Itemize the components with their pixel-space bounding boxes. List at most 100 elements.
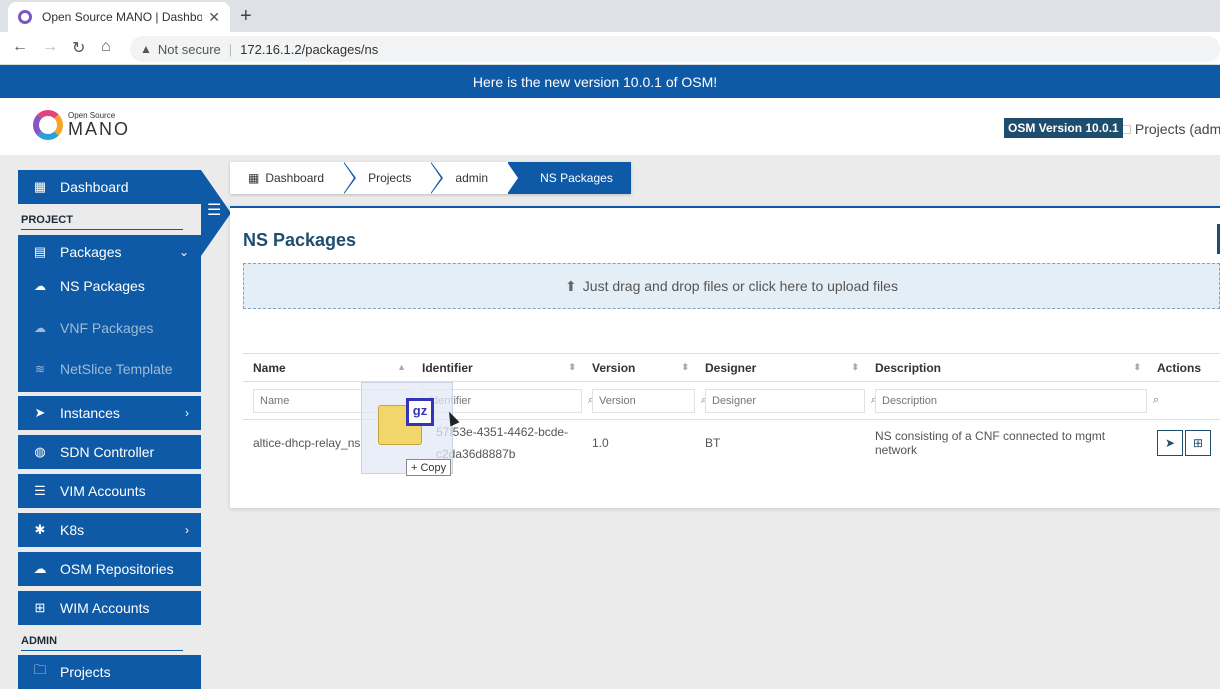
sidebar-item-label: WIM Accounts — [60, 600, 150, 616]
breadcrumb-dashboard[interactable]: ▦ Dashboard — [230, 162, 357, 194]
sidebar-item-instances[interactable]: ➤ Instances › — [18, 396, 201, 430]
sidebar-item-osm-repos[interactable]: ☁ OSM Repositories — [18, 552, 201, 586]
osm-logo[interactable]: Open Source MANO — [33, 110, 130, 140]
upload-dropzone[interactable]: ⬆ Just drag and drop files or click here… — [243, 263, 1220, 309]
sidebar-item-netslice[interactable]: ≋ NetSlice Template — [32, 361, 173, 377]
asterisk-icon: ✱ — [34, 522, 46, 537]
page-title: NS Packages — [243, 230, 357, 250]
version-banner: Here is the new version 10.0.1 of OSM! — [0, 65, 1220, 98]
breadcrumb-projects[interactable]: Projects — [344, 162, 444, 194]
close-tab-icon[interactable]: ✕ — [208, 9, 220, 26]
sidebar-item-label: OSM Repositories — [60, 561, 174, 577]
breadcrumb: ▦ Dashboard Projects admin NS Packages — [230, 162, 631, 194]
cell-version: 1.0 — [582, 419, 695, 466]
sidebar-item-vnf-packages[interactable]: ☁ VNF Packages — [32, 320, 153, 336]
folder-icon: 🗀 — [33, 662, 47, 677]
browser-tab[interactable]: Open Source MANO | Dashboard ✕ — [8, 2, 230, 32]
instantiate-button[interactable]: ➤ — [1157, 429, 1183, 456]
sidebar-item-label: Projects — [60, 664, 111, 680]
header-name[interactable]: Name ▲ — [243, 353, 412, 382]
sidebar-item-dashboard[interactable]: ▦ Dashboard — [18, 170, 201, 204]
osm-favicon-icon — [18, 10, 32, 24]
breadcrumb-ns-packages: NS Packages — [508, 162, 631, 194]
sitemap-icon: ⊞ — [34, 600, 46, 615]
server-icon: ☰ — [34, 483, 46, 498]
designer-filter-input[interactable] — [705, 388, 865, 413]
breadcrumb-label: NS Packages — [540, 171, 613, 185]
sidebar-item-label: NetSlice Template — [60, 361, 173, 377]
drag-copy-badge: + Copy — [406, 459, 452, 476]
url-separator: | — [228, 41, 233, 57]
paper-plane-icon: ➤ — [34, 405, 46, 420]
layers-icon: ≋ — [34, 362, 46, 376]
sidebar-item-label: Packages — [60, 244, 122, 260]
header-designer[interactable]: Designer ⬍ — [695, 353, 865, 382]
sidebar-item-k8s[interactable]: ✱ K8s › — [18, 513, 201, 547]
sidebar-item-wim[interactable]: ⊞ WIM Accounts — [18, 591, 201, 625]
sort-icon: ⬍ — [851, 362, 859, 372]
sidebar-item-packages[interactable]: ▤ Packages ⌄ — [18, 235, 201, 269]
cell-actions: ➤ ⊞ — [1147, 419, 1220, 466]
sidebar-toggle-icon[interactable]: ☰ — [207, 200, 221, 220]
sidebar-item-label: VIM Accounts — [60, 483, 146, 499]
reload-icon[interactable]: ↻ — [72, 38, 85, 58]
breadcrumb-label: Projects — [368, 171, 412, 185]
globe-icon: ◍ — [34, 444, 46, 459]
sort-icon: ⬍ — [681, 362, 689, 372]
search-icon: ⌕ — [1152, 393, 1159, 406]
logo-big-text: MANO — [68, 119, 130, 139]
sidebar-item-projects[interactable]: 🗀 Projects — [18, 655, 201, 689]
home-icon[interactable]: ⌂ — [101, 38, 111, 56]
header-actions: Actions — [1147, 353, 1220, 382]
logo-ring-icon — [33, 110, 63, 140]
sidebar-item-label: SDN Controller — [60, 444, 155, 460]
table-header-row: Name ▲ Identifier ⬍ Version ⬍ Designer ⬍ Des… — [243, 353, 1220, 382]
packages-icon: ▤ — [33, 244, 47, 259]
browser-tab-bar: Open Source MANO | Dashboard ✕ + — [0, 0, 1220, 32]
sidebar-item-label: Dashboard — [60, 179, 129, 195]
sidebar-item-vim[interactable]: ☰ VIM Accounts — [18, 474, 201, 508]
dropzone-label: Just drag and drop files or click here t… — [582, 278, 898, 294]
sidebar-item-label: Instances — [60, 405, 120, 421]
packages-submenu: ☁ NS Packages ☁ VNF Packages ≋ NetSlice … — [18, 269, 201, 392]
url-field[interactable]: ▲ Not secure | 172.16.1.2/packages/ns — [130, 36, 1220, 62]
copy-label: Copy — [420, 461, 447, 474]
warning-icon: ▲ — [140, 42, 152, 56]
sidebar-item-label: VNF Packages — [60, 320, 154, 336]
cloud-download-icon: ☁ — [33, 561, 47, 576]
plus-icon: + — [411, 461, 418, 474]
url-text: 172.16.1.2/packages/ns — [240, 41, 379, 57]
new-tab-button[interactable]: + — [240, 5, 252, 28]
version-badge: OSM Version 10.0.1 — [1004, 118, 1123, 138]
sidebar-item-ns-packages[interactable]: ☁ NS Packages — [32, 278, 145, 294]
cell-designer: BT — [695, 419, 865, 466]
tab-title: Open Source MANO | Dashboard — [42, 10, 203, 24]
breadcrumb-label: admin — [455, 171, 489, 185]
chevron-down-icon: ⌄ — [178, 245, 189, 259]
cell-description: NS consisting of a CNF connected to mgmt… — [865, 419, 1147, 466]
sort-icon: ⬍ — [1133, 362, 1141, 372]
version-filter-input[interactable] — [592, 388, 695, 413]
header-description[interactable]: Description ⬍ — [865, 353, 1147, 382]
topology-button[interactable]: ⊞ — [1185, 429, 1211, 456]
header-version[interactable]: Version ⬍ — [582, 353, 695, 382]
forward-icon[interactable]: → — [42, 38, 58, 56]
vnf-packages-icon: ☁ — [34, 321, 46, 335]
ns-packages-icon: ☁ — [34, 279, 46, 293]
chevron-right-icon: › — [185, 406, 189, 420]
breadcrumb-label: Dashboard — [265, 171, 325, 185]
section-admin: ADMIN — [21, 635, 183, 651]
folder-icon: 🗀 — [1117, 121, 1131, 137]
header-identifier[interactable]: Identifier ⬍ — [412, 353, 582, 382]
sidebar-item-sdn[interactable]: ◍ SDN Controller — [18, 435, 201, 469]
description-filter-input[interactable] — [875, 388, 1147, 413]
sort-asc-icon: ▲ — [397, 362, 406, 372]
projects-dropdown[interactable]: 🗀 Projects (admin — [1117, 119, 1220, 143]
back-icon[interactable]: ← — [12, 38, 28, 56]
gz-file-icon: gz — [406, 398, 434, 426]
sidebar-item-label: K8s — [60, 522, 85, 538]
projects-label: Projects (admin — [1134, 121, 1220, 137]
dashboard-icon: ▦ — [33, 179, 47, 194]
upload-icon: ⬆ — [565, 277, 577, 294]
section-project: PROJECT — [21, 214, 183, 230]
